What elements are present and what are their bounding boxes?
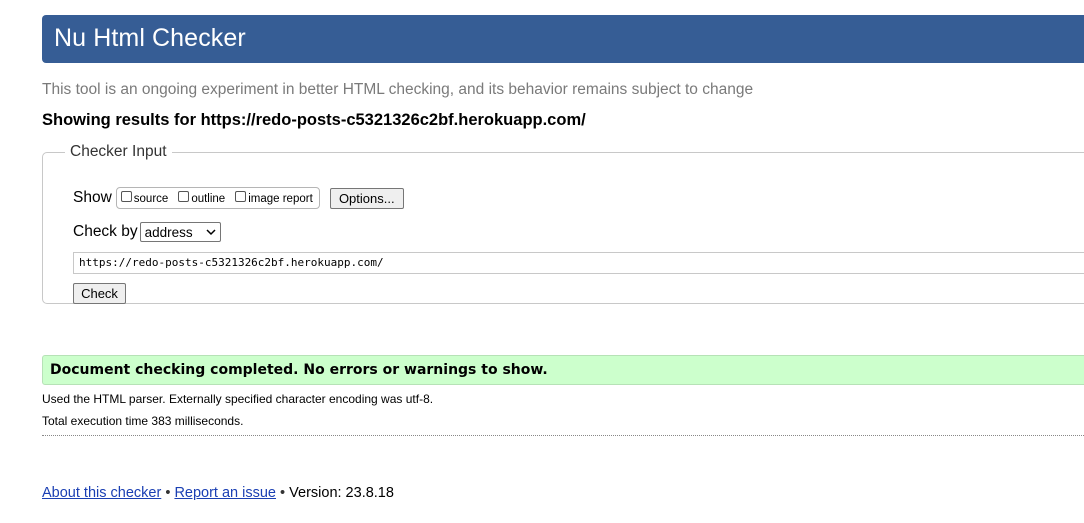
results-title: Showing results for https://redo-posts-c… [42,111,586,129]
report-issue-link[interactable]: Report an issue [174,485,276,501]
show-source-option[interactable]: source [120,191,169,205]
divider [42,435,1084,436]
show-outline-option[interactable]: outline [178,191,225,205]
version-text: Version: 23.8.18 [289,485,394,501]
check-by-select[interactable]: address [139,222,221,242]
show-image-report-option[interactable]: image report [235,191,313,205]
check-by-value: address [144,224,193,240]
footer-separator: • [165,485,171,501]
source-label: source [133,193,169,205]
show-options-group: source outline image report [115,187,320,209]
checker-input-fieldset: Checker Input Show source outline image … [42,143,1084,304]
footer: About this checker • Report an issue • V… [42,485,394,501]
success-message-text: Document checking completed. No errors o… [50,362,548,378]
outline-checkbox[interactable] [178,191,190,202]
show-label: Show [73,189,112,206]
url-input[interactable]: https://redo-posts-c5321326c2bf.herokuap… [73,252,1084,274]
outline-label: outline [191,193,226,205]
about-link[interactable]: About this checker [42,485,161,501]
image-report-label: image report [248,193,313,205]
check-by-row: Check by address [73,222,221,242]
check-button[interactable]: Check [73,283,126,304]
check-by-label: Check by [73,223,138,240]
execution-time: Total execution time 383 milliseconds. [42,414,244,428]
success-message: Document checking completed. No errors o… [42,355,1084,385]
chevron-down-icon [206,228,216,235]
app-title: Nu Html Checker [54,24,246,52]
page-header: Nu Html Checker [42,15,1084,63]
options-button[interactable]: Options... [329,187,404,209]
show-row: Show source outline image report Options… [73,187,404,209]
image-report-checkbox[interactable] [235,191,247,202]
checker-input-legend: Checker Input [70,143,167,160]
parser-info: Used the HTML parser. Externally specifi… [42,392,434,406]
footer-separator: • [280,485,286,501]
source-checkbox[interactable] [120,191,132,202]
tagline: This tool is an ongoing experiment in be… [42,81,754,98]
